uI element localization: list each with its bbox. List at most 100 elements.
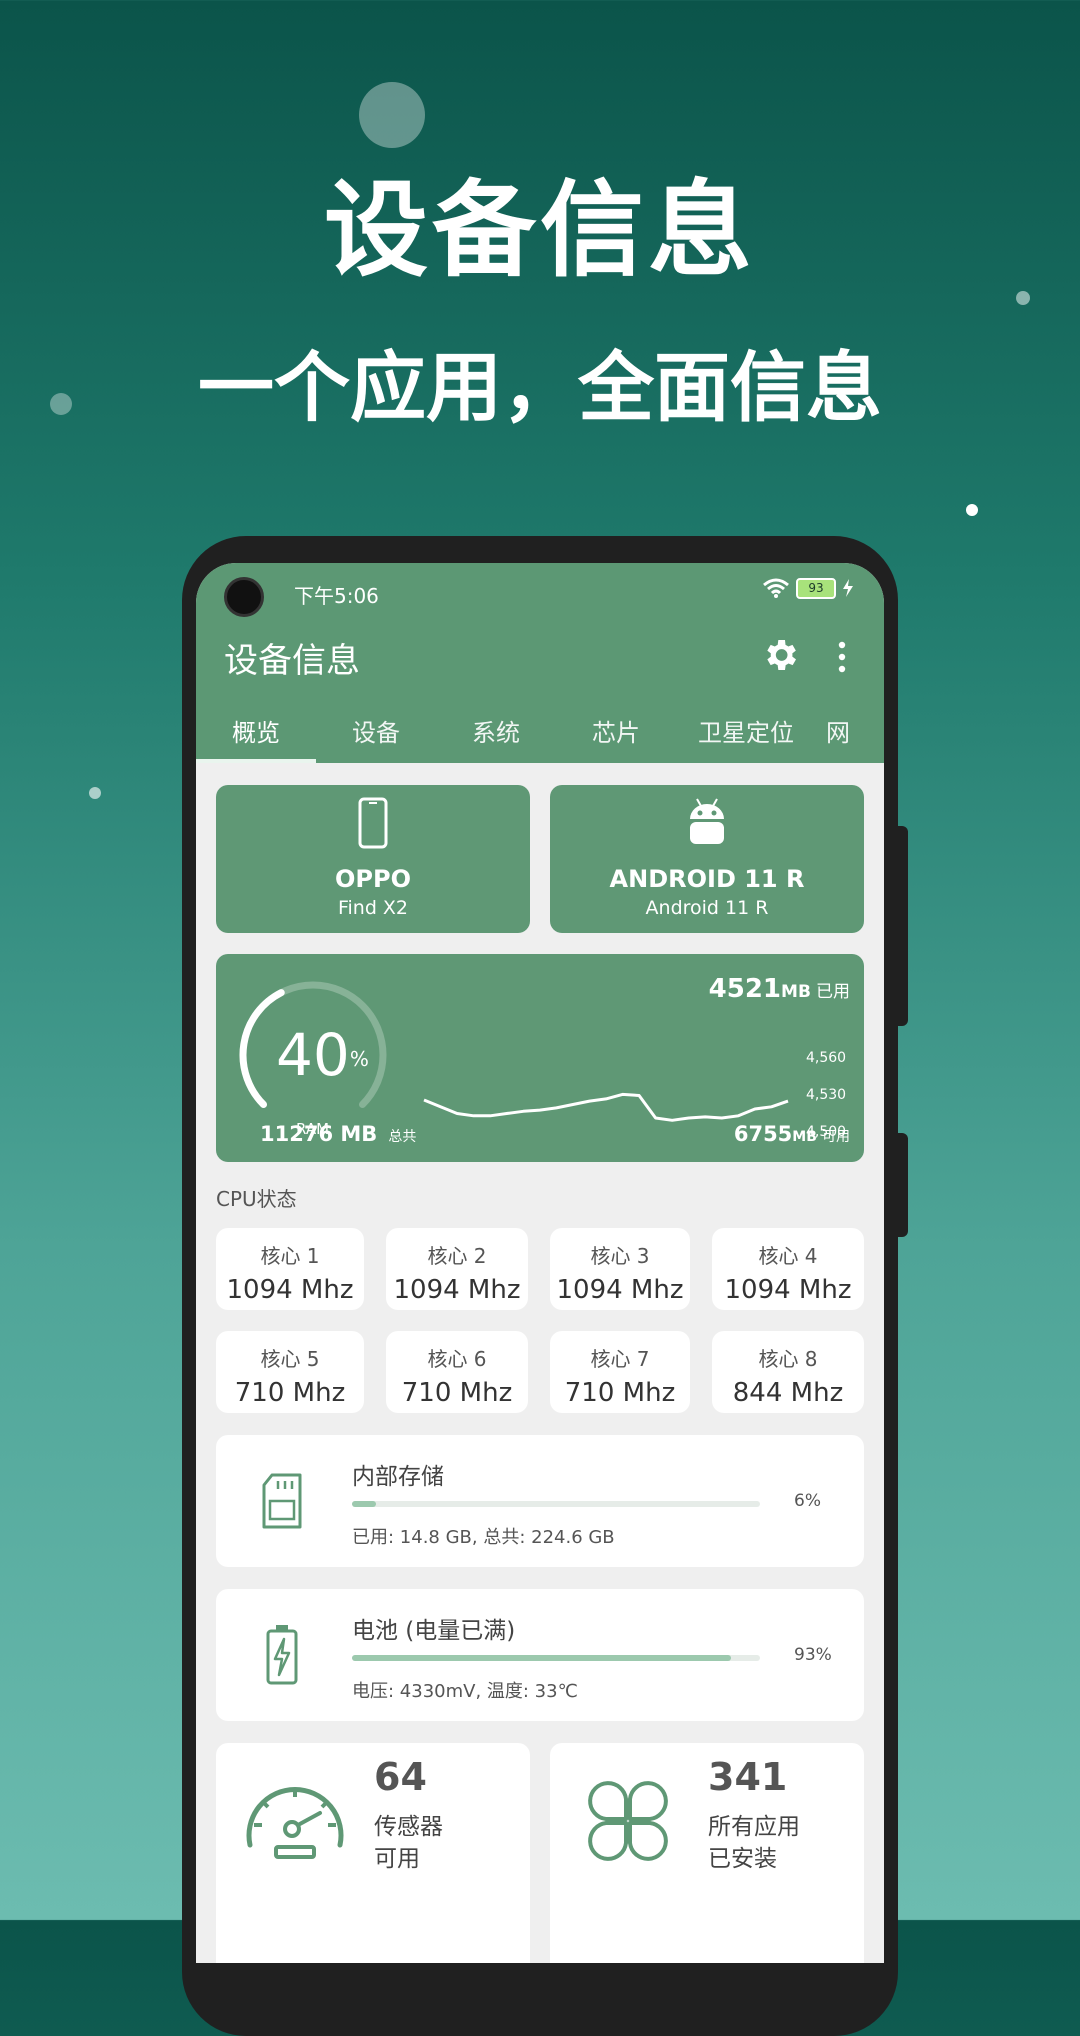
ram-used-value: 4521 <box>708 974 782 1004</box>
charging-bolt-icon <box>843 579 853 597</box>
tab-system[interactable]: 系统 <box>436 703 556 763</box>
app-title: 设备信息 <box>224 641 360 681</box>
battery-title: 电池 (电量已满) <box>352 1618 516 1644</box>
cpu-core-card: 核心 5 710 Mhz <box>216 1331 364 1413</box>
device-model: Find X2 <box>337 897 409 919</box>
front-camera <box>224 577 264 617</box>
cpu-core-label: 核心 4 <box>758 1244 818 1268</box>
cpu-core-frequency: 710 Mhz <box>564 1378 676 1408</box>
cpu-core-label: 核心 7 <box>590 1347 650 1371</box>
ram-percent: 40 <box>276 1021 350 1089</box>
cpu-core-label: 核心 5 <box>260 1347 320 1371</box>
storage-progress-fill <box>352 1501 377 1507</box>
tab-bar: 概览 设备 系统 芯片 卫星定位 网 <box>196 703 884 763</box>
apps-count: 341 <box>708 1755 788 1799</box>
sensors-card[interactable]: 64 传感器 可用 <box>216 1743 530 1963</box>
cpu-core-label: 核心 6 <box>427 1347 487 1371</box>
tab-indicator <box>196 759 316 763</box>
cpu-core-frequency: 1094 Mhz <box>556 1275 684 1305</box>
cpu-core-frequency: 1094 Mhz <box>226 1275 354 1305</box>
decor-dot <box>966 504 978 516</box>
ram-used: 4521MB 已用 <box>709 974 850 1004</box>
storage-percent: 6% <box>794 1491 821 1511</box>
battery-percent: 93% <box>794 1645 832 1665</box>
speedometer-icon <box>246 1787 344 1859</box>
phone-side-button <box>898 826 908 1026</box>
battery-progress-bar <box>352 1655 760 1661</box>
phone-icon <box>358 797 388 849</box>
cpu-core-label: 核心 1 <box>260 1244 320 1268</box>
device-brand: OPPO <box>335 865 411 893</box>
cpu-core-card: 核心 3 1094 Mhz <box>550 1228 690 1310</box>
os-name: ANDROID 11 R <box>609 865 805 893</box>
ram-card[interactable]: 40% RAM 4521MB 已用 11276 MB 总共 6755MB 可用 … <box>216 954 864 1162</box>
cpu-core-card: 核心 6 710 Mhz <box>386 1331 528 1413</box>
battery-progress-fill <box>352 1655 732 1661</box>
gear-icon[interactable] <box>760 635 800 675</box>
status-icons: 93 <box>762 577 854 599</box>
apps-line1: 所有应用 <box>708 1814 800 1840</box>
battery-card[interactable]: 电池 (电量已满) 93% 电压: 4330mV, 温度: 33℃ <box>216 1589 864 1721</box>
storage-card[interactable]: 内部存储 6% 已用: 14.8 GB, 总共: 224.6 GB <box>216 1435 864 1567</box>
battery-charging-icon <box>266 1625 298 1685</box>
sensors-count: 64 <box>374 1755 427 1799</box>
phone-screen: 下午5:06 93 设备信息 概览 设备 系统 芯片 卫星定位 网 OPPO F… <box>196 563 884 1963</box>
storage-title: 内部存储 <box>352 1464 444 1490</box>
os-card[interactable]: ANDROID 11 R Android 11 R <box>550 785 864 933</box>
more-vert-icon[interactable] <box>836 639 848 675</box>
sensors-line2: 可用 <box>374 1846 420 1872</box>
cpu-core-frequency: 1094 Mhz <box>393 1275 521 1305</box>
storage-detail: 已用: 14.8 GB, 总共: 224.6 GB <box>352 1527 615 1548</box>
os-version: Android 11 R <box>645 897 769 919</box>
ram-total: 11276 MB 总共 <box>260 1122 416 1146</box>
chart-tick-label: 4,560 <box>806 1050 847 1066</box>
phone-side-button <box>898 1133 908 1237</box>
ram-used-label: 已用 <box>816 982 850 1002</box>
chart-tick-label: 4,530 <box>806 1087 847 1103</box>
ram-usage-line <box>423 1092 789 1122</box>
ram-percent-value: 40% <box>276 1026 369 1084</box>
tab-overview[interactable]: 概览 <box>196 703 316 763</box>
apps-line2: 已安装 <box>708 1846 777 1872</box>
battery-detail: 电压: 4330mV, 温度: 33℃ <box>352 1681 578 1702</box>
cpu-core-card: 核心 8 844 Mhz <box>712 1331 864 1413</box>
tab-network[interactable]: 网 <box>826 703 884 763</box>
cpu-core-card: 核心 4 1094 Mhz <box>712 1228 864 1310</box>
app-bar: 下午5:06 93 设备信息 概览 设备 系统 芯片 卫星定位 网 <box>196 563 884 763</box>
device-card[interactable]: OPPO Find X2 <box>216 785 530 933</box>
cpu-core-label: 核心 2 <box>427 1244 487 1268</box>
decor-dot <box>359 82 425 148</box>
storage-progress-bar <box>352 1501 760 1507</box>
android-icon <box>690 798 724 844</box>
cpu-core-frequency: 710 Mhz <box>401 1378 513 1408</box>
cpu-section-title: CPU状态 <box>216 1187 297 1211</box>
ram-percent-sign: % <box>349 1047 369 1071</box>
promo-subtitle: 一个应用，全面信息 <box>198 343 882 432</box>
wifi-icon <box>763 578 789 598</box>
cpu-core-card: 核心 2 1094 Mhz <box>386 1228 528 1310</box>
tab-gnss[interactable]: 卫星定位 <box>676 703 816 763</box>
ram-history-chart <box>423 1092 789 1122</box>
tab-chip[interactable]: 芯片 <box>556 703 676 763</box>
tab-device[interactable]: 设备 <box>316 703 436 763</box>
ram-total-value: 11276 MB <box>260 1122 378 1146</box>
cpu-core-frequency: 844 Mhz <box>732 1378 844 1408</box>
cpu-core-label: 核心 8 <box>758 1347 818 1371</box>
apps-clover-icon <box>588 1781 668 1861</box>
sensors-line1: 传感器 <box>374 1814 443 1840</box>
promo-title: 设备信息 <box>323 169 756 291</box>
apps-card[interactable]: 341 所有应用 已安装 <box>550 1743 864 1963</box>
cpu-core-frequency: 710 Mhz <box>234 1378 346 1408</box>
ram-total-label: 总共 <box>388 1129 417 1145</box>
sd-card-icon <box>262 1473 302 1529</box>
cpu-core-label: 核心 3 <box>590 1244 650 1268</box>
decor-dot <box>89 787 101 799</box>
status-time: 下午5:06 <box>294 584 379 608</box>
decor-dot <box>1016 291 1030 305</box>
battery-icon: 93 <box>796 577 836 599</box>
chart-tick-label: 4,500 <box>806 1124 847 1140</box>
cpu-core-card: 核心 1 1094 Mhz <box>216 1228 364 1310</box>
ram-used-unit: MB <box>781 982 811 1002</box>
cpu-core-frequency: 1094 Mhz <box>724 1275 852 1305</box>
decor-dot <box>50 393 72 415</box>
